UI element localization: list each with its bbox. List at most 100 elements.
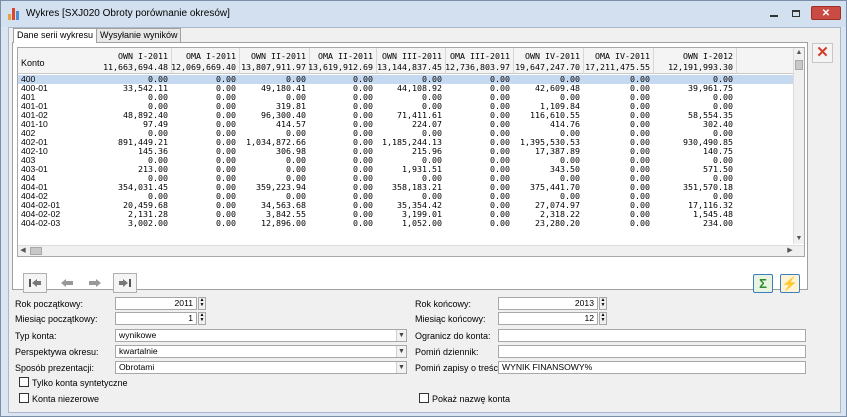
konto-column-header[interactable]: Konto [21,58,45,68]
column-total: 13,144,837.45 [377,62,442,72]
scroll-up-icon[interactable]: ▲ [794,48,804,58]
value-cell: 23,280.20 [535,218,580,228]
column-name: OMA II-2011 [318,51,373,61]
column-header[interactable]: OWN IV-2011 19,647,247.70 [514,48,584,74]
miesiac-koncowy-spinner[interactable]: ▲ ▼ [599,312,607,325]
column-header[interactable]: OMA II-2011 13,619,912.69 [308,48,377,74]
column-total: 17,211,475.55 [585,62,650,72]
close-button[interactable]: ✕ [811,6,841,20]
next-icon [89,279,101,287]
run-report-button[interactable]: ⚡ [780,274,800,293]
sum-icon: Σ [759,276,767,291]
column-header[interactable]: OMA IV-2011 17,211,475.55 [584,48,654,74]
minimize-button[interactable] [764,6,783,20]
table-row[interactable]: 401 0.00 0.00 0.00 0.00 0.00 0.00 0.00 0.00 0.00 [18,93,794,102]
column-total: 13,619,912.69 [308,62,373,72]
typ-konta-value: wynikowe [119,330,157,340]
close-icon: ✕ [821,7,831,19]
column-header[interactable]: OMA III-2011 12,736,803.97 [445,48,514,74]
grid-header: Konto OWN I-2011 11,663,694.48 OMA I-2011 1… [18,48,804,74]
parameters-panel: Rok początkowy: 2011 ▲ ▼ Miesiąc początko… [12,293,808,409]
next-button[interactable] [83,273,107,293]
table-row[interactable]: 402-10 145.36 0.00 306.98 0.00 215.96 0.00 17,3… [18,147,794,156]
last-record-button[interactable] [113,273,137,293]
value-cell: 234.00 [703,218,733,228]
pomin-zapisy-label: Pomiń zapisy o treści: [415,363,503,373]
client-area: Dane serii wykresu Wysyłanie wyników Kon… [8,27,841,413]
column-total: 12,069,669.40 [171,62,236,72]
miesiac-poczatkowy-field[interactable]: 1 [115,312,197,325]
scroll-down-icon[interactable]: ▼ [794,234,804,244]
typ-konta-select[interactable]: wynikowe ▼ [115,329,407,342]
column-name: OWN III-2011 [382,51,442,61]
pokaz-nazwe-konta-label: Pokaż nazwę konta [432,394,511,404]
tylko-konta-syntetyczne-label: Tylko konta syntetyczne [32,378,128,388]
table-row[interactable]: 404-01 354,031.45 0.00 359,223.94 0.00 358,18… [18,183,794,192]
rok-koncowy-spinner[interactable]: ▲ ▼ [599,297,607,310]
miesiac-koncowy-label: Miesiąc końcowy: [415,314,486,324]
ogranicz-do-konta-field[interactable] [498,329,806,342]
column-header[interactable]: OWN III-2011 13,144,837.45 [377,48,446,74]
chevron-down-icon[interactable]: ▼ [396,330,406,341]
miesiac-koncowy-field[interactable]: 12 [498,312,598,325]
maximize-button[interactable] [786,6,805,20]
previous-button[interactable] [55,273,79,293]
vertical-scroll-thumb[interactable] [795,60,803,70]
horizontal-scroll-thumb[interactable] [30,247,42,255]
minimize-icon [769,15,778,17]
last-record-icon [119,279,131,287]
perspektywa-value: kwartalnie [119,346,158,356]
table-row[interactable]: 400-01 33,542.11 0.00 49,180.41 0.00 44,108.9… [18,84,794,93]
table-row[interactable]: 404-02-03 3,002.00 0.00 12,896.00 0.00 1,052.… [18,219,794,228]
tylko-konta-syntetyczne-checkbox[interactable] [19,377,29,387]
column-total: 13,807,911.97 [241,62,306,72]
rok-poczatkowy-spinner[interactable]: ▲ ▼ [198,297,206,310]
report-window: Wykres [SXJ020 Obroty porównanie okresów… [0,0,847,417]
value-cell: 0.00 [490,218,510,228]
miesiac-poczatkowy-spinner[interactable]: ▲ ▼ [198,312,206,325]
scroll-left-icon[interactable]: ◀ [18,246,28,256]
chevron-down-icon[interactable]: ▼ [396,362,406,373]
chevron-down-icon[interactable]: ▼ [396,346,406,357]
column-header[interactable]: OWN I-2011 11,663,694.48 [94,48,172,74]
rok-poczatkowy-field[interactable]: 2011 [115,297,197,310]
table-row[interactable]: 401-02 48,892.40 0.00 96,300.40 0.00 71,411.6… [18,111,794,120]
delete-icon: ✕ [816,44,829,61]
rok-koncowy-field[interactable]: 2013 [498,297,598,310]
rok-poczatkowy-label: Rok początkowy: [15,299,84,309]
column-header[interactable]: OWN II-2011 13,807,911.97 [240,48,310,74]
title-bar: Wykres [SXJ020 Obroty porównanie okresów… [1,1,846,27]
column-total: 11,663,694.48 [103,62,168,72]
column-name: OMA I-2011 [186,51,236,61]
konta-niezerowe-checkbox[interactable] [19,393,29,403]
scroll-right-icon[interactable]: ▶ [785,246,795,256]
data-grid[interactable]: Konto OWN I-2011 11,663,694.48 OMA I-2011 1… [17,47,805,257]
horizontal-scrollbar[interactable]: ◀ ▶ [18,245,804,256]
value-cell: 0.00 [630,218,650,228]
table-row[interactable]: 401-10 97.49 0.00 414.57 0.00 224.07 0.00 414.7… [18,120,794,129]
column-total: 19,647,247.70 [515,62,580,72]
vertical-scrollbar[interactable]: ▲ ▼ [793,48,804,244]
table-row[interactable]: 402-01 891,449.21 0.00 1,034,872.66 0.00 1,18… [18,138,794,147]
first-record-button[interactable] [23,273,47,293]
pomin-dziennik-field[interactable] [498,345,806,358]
perspektywa-label: Perspektywa okresu: [15,347,99,357]
sum-button[interactable]: Σ [753,274,773,293]
column-name: OWN IV-2011 [525,51,580,61]
delete-button[interactable]: ✕ [812,43,833,63]
data-panel: Konto OWN I-2011 11,663,694.48 OMA I-2011 1… [12,42,808,293]
perspektywa-select[interactable]: kwartalnie ▼ [115,345,407,358]
column-header[interactable]: OMA I-2011 12,069,669.40 [171,48,240,74]
sposob-prezentacji-select[interactable]: Obrotami ▼ [115,361,407,374]
konta-niezerowe-label: Konta niezerowe [32,394,100,404]
pomin-dziennik-label: Pomiń dziennik: [415,347,479,357]
column-header[interactable]: OWN I-2012 12,191,993.30 [654,48,737,74]
tab-dane-serii[interactable]: Dane serii wykresu [13,28,98,43]
pomin-zapisy-field[interactable]: WYNIK FINANSOWY% [498,361,806,374]
table-row[interactable]: 403-01 213.00 0.00 0.00 0.00 1,931.51 0.00 343.… [18,165,794,174]
maximize-icon [791,9,800,17]
typ-konta-label: Typ konta: [15,331,57,341]
tab-wysylanie-wynikow[interactable]: Wysyłanie wyników [96,28,182,42]
value-cell: 0.00 [216,218,236,228]
pokaz-nazwe-konta-checkbox[interactable] [419,393,429,403]
